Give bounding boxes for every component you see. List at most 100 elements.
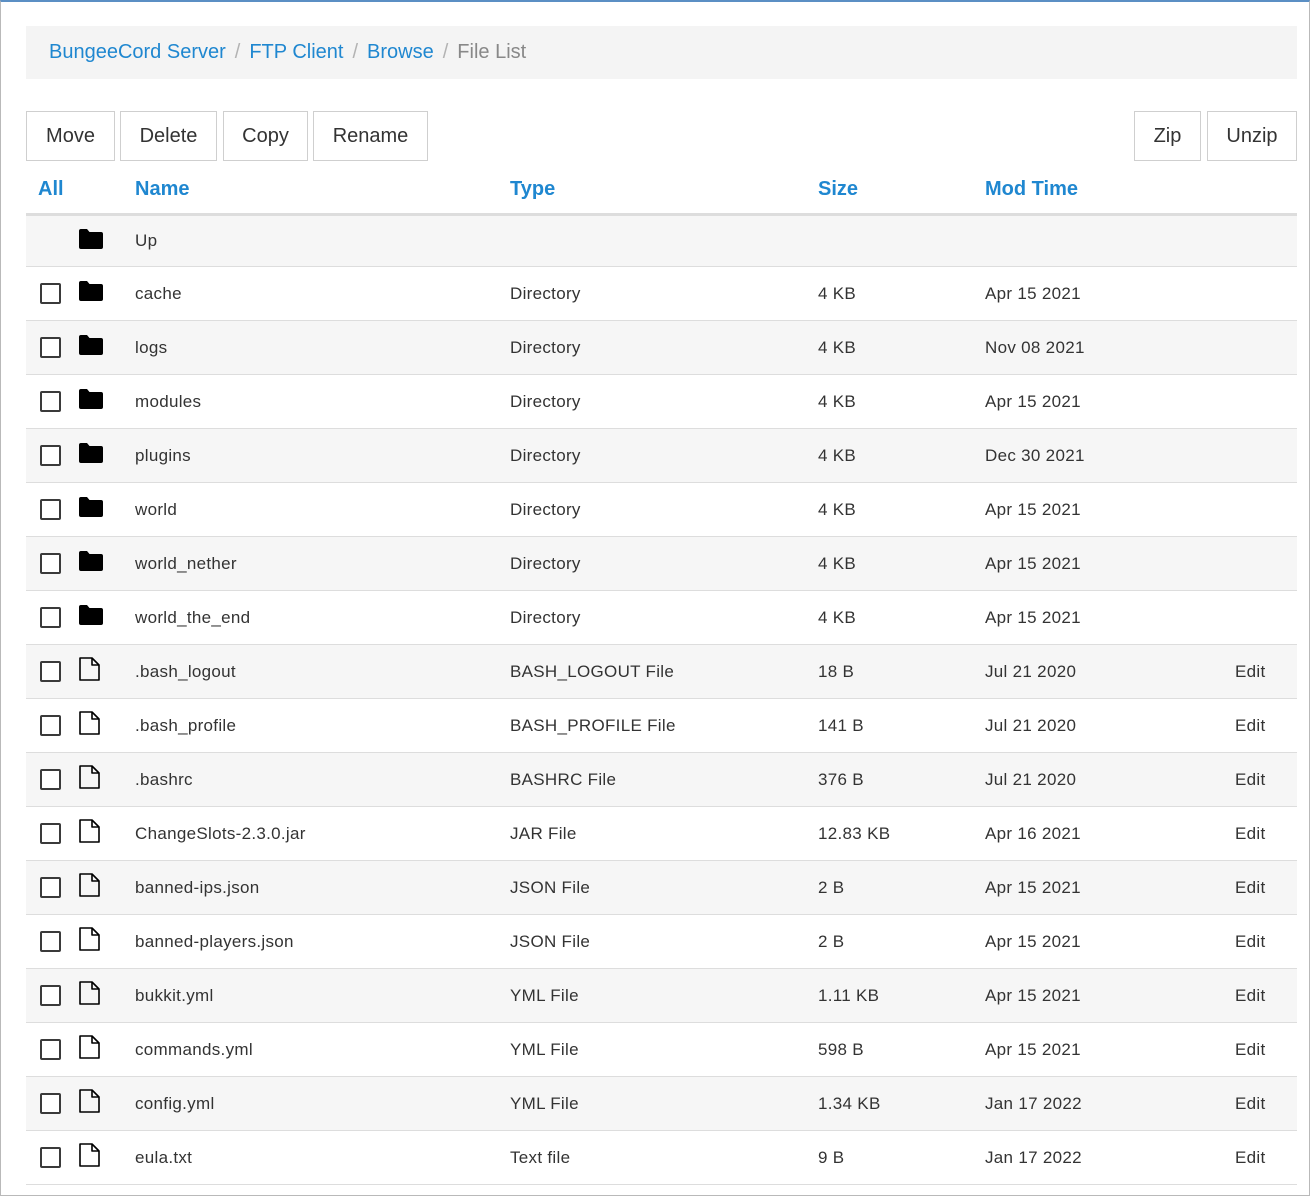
edit-link[interactable]: Edit (1235, 1040, 1266, 1059)
table-row[interactable]: cache Directory 4 KB Apr 15 2021 (26, 266, 1297, 321)
row-checkbox-cell (26, 536, 76, 591)
row-checkbox[interactable] (40, 768, 61, 790)
mod-time-header[interactable]: Mod Time (985, 166, 1235, 216)
file-name[interactable]: .bash_logout (135, 644, 510, 699)
row-checkbox-cell (26, 860, 76, 915)
select-all-header[interactable]: All (26, 166, 76, 216)
file-name[interactable]: config.yml (135, 1076, 510, 1131)
row-checkbox[interactable] (40, 1092, 61, 1114)
zip-button[interactable]: Zip (1134, 111, 1201, 161)
breadcrumb-link-ftp-client[interactable]: FTP Client (249, 41, 343, 64)
table-row[interactable]: .bash_logout BASH_LOGOUT File 18 B Jul 21 2… (26, 644, 1297, 699)
file-name[interactable]: world_nether (135, 536, 510, 591)
file-name[interactable]: .bash_profile (135, 698, 510, 753)
row-checkbox[interactable] (40, 552, 61, 574)
size-header[interactable]: Size (818, 166, 985, 216)
row-checkbox[interactable] (40, 876, 61, 898)
row-checkbox[interactable] (40, 714, 61, 736)
file-name[interactable]: modules (135, 374, 510, 429)
table-row[interactable]: commands.yml YML File 598 B Apr 15 2021 Edit (26, 1022, 1297, 1077)
file-mod-time: Jul 21 2020 (985, 752, 1235, 807)
table-row[interactable]: logs Directory 4 KB Nov 08 2021 (26, 320, 1297, 375)
row-checkbox[interactable] (40, 984, 61, 1006)
file-name[interactable]: logs (135, 320, 510, 375)
file-name[interactable]: bukkit.yml (135, 968, 510, 1023)
file-icon (78, 981, 100, 1010)
type-header[interactable]: Type (510, 166, 818, 216)
table-row[interactable]: world_nether Directory 4 KB Apr 15 2021 (26, 536, 1297, 591)
row-icon-cell (76, 752, 135, 807)
file-name[interactable]: ChangeSlots-2.3.0.jar (135, 806, 510, 861)
table-row[interactable]: banned-ips.json JSON File 2 B Apr 15 2021 Ed… (26, 860, 1297, 915)
name-header[interactable]: Name (135, 166, 510, 216)
file-name[interactable]: commands.yml (135, 1022, 510, 1077)
table-row[interactable]: .bashrc BASHRC File 376 B Jul 21 2020 Edit (26, 752, 1297, 807)
move-button[interactable]: Move (26, 111, 115, 161)
edit-link[interactable]: Edit (1235, 662, 1266, 681)
row-checkbox[interactable] (40, 1038, 61, 1060)
file-name[interactable]: banned-ips.json (135, 860, 510, 915)
edit-cell: Edit (1235, 860, 1297, 915)
file-size: 2 B (818, 860, 985, 915)
row-icon-cell (76, 914, 135, 969)
row-checkbox[interactable] (40, 660, 61, 682)
file-name[interactable]: cache (135, 266, 510, 321)
edit-link[interactable]: Edit (1235, 986, 1266, 1005)
edit-link[interactable]: Edit (1235, 878, 1266, 897)
file-size: 9 B (818, 1130, 985, 1185)
row-checkbox[interactable] (40, 444, 61, 466)
file-mod-time: Jul 21 2020 (985, 644, 1235, 699)
row-checkbox[interactable] (40, 930, 61, 952)
table-row[interactable]: world_the_end Directory 4 KB Apr 15 2021 (26, 590, 1297, 645)
row-checkbox[interactable] (40, 606, 61, 628)
file-name[interactable]: world_the_end (135, 590, 510, 645)
delete-button[interactable]: Delete (120, 111, 217, 161)
breadcrumb-link-server[interactable]: BungeeCord Server (49, 41, 226, 64)
file-mod-time: Dec 30 2021 (985, 428, 1235, 483)
edit-link[interactable]: Edit (1235, 716, 1266, 735)
edit-cell (1235, 374, 1297, 429)
file-name[interactable]: eula.txt (135, 1130, 510, 1185)
file-name[interactable]: banned-players.json (135, 914, 510, 969)
file-size: 1.11 KB (818, 968, 985, 1023)
table-row[interactable]: banned-players.json JSON File 2 B Apr 15 20… (26, 914, 1297, 969)
table-row[interactable]: eula.txt Text file 9 B Jan 17 2022 Edit (26, 1130, 1297, 1185)
table-row[interactable]: bukkit.yml YML File 1.11 KB Apr 15 2021 Edit (26, 968, 1297, 1023)
edit-link[interactable]: Edit (1235, 824, 1266, 843)
breadcrumb-separator: / (442, 41, 449, 63)
table-row[interactable]: modules Directory 4 KB Apr 15 2021 (26, 374, 1297, 429)
file-name[interactable]: .bashrc (135, 752, 510, 807)
table-row[interactable]: plugins Directory 4 KB Dec 30 2021 (26, 428, 1297, 483)
up-row[interactable]: Up (26, 214, 1297, 267)
table-row[interactable]: config.yml YML File 1.34 KB Jan 17 2022 Edit (26, 1076, 1297, 1131)
file-type: BASHRC File (510, 752, 818, 807)
file-mod-time: Apr 15 2021 (985, 482, 1235, 537)
edit-link[interactable]: Edit (1235, 932, 1266, 951)
breadcrumb-link-browse[interactable]: Browse (367, 41, 434, 64)
row-checkbox[interactable] (40, 336, 61, 358)
row-checkbox-cell (26, 914, 76, 969)
edit-cell: Edit (1235, 914, 1297, 969)
file-name[interactable]: world (135, 482, 510, 537)
unzip-button[interactable]: Unzip (1207, 111, 1297, 161)
rename-button[interactable]: Rename (313, 111, 428, 161)
row-checkbox[interactable] (40, 390, 61, 412)
folder-icon (78, 550, 104, 577)
up-label[interactable]: Up (135, 214, 510, 267)
row-checkbox[interactable] (40, 822, 61, 844)
file-type: JSON File (510, 914, 818, 969)
row-checkbox[interactable] (40, 1146, 61, 1168)
actions-header (1235, 166, 1297, 216)
edit-link[interactable]: Edit (1235, 770, 1266, 789)
edit-link[interactable]: Edit (1235, 1148, 1266, 1167)
file-name[interactable]: plugins (135, 428, 510, 483)
edit-link[interactable]: Edit (1235, 1094, 1266, 1113)
file-type: JSON File (510, 860, 818, 915)
breadcrumb-current: File List (457, 41, 527, 63)
row-checkbox[interactable] (40, 282, 61, 304)
table-row[interactable]: world Directory 4 KB Apr 15 2021 (26, 482, 1297, 537)
table-row[interactable]: ChangeSlots-2.3.0.jar JAR File 12.83 KB Apr… (26, 806, 1297, 861)
table-row[interactable]: .bash_profile BASH_PROFILE File 141 B Jul 2… (26, 698, 1297, 753)
copy-button[interactable]: Copy (223, 111, 308, 161)
row-checkbox[interactable] (40, 498, 61, 520)
